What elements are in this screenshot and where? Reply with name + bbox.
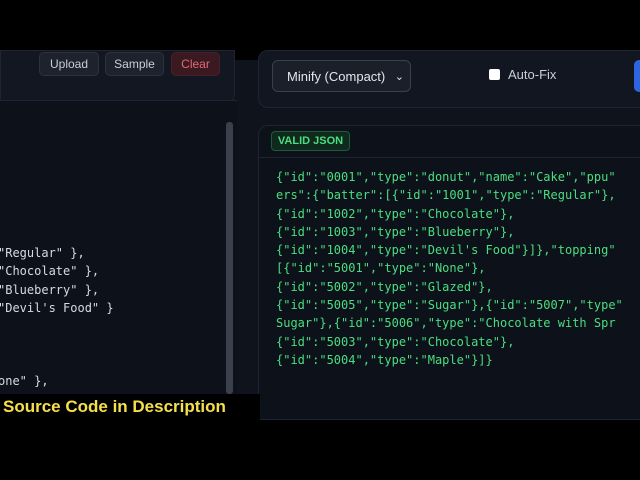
input-code: "Regular" }, "Chocolate" }, "Blueberry" },… [0,244,114,390]
clear-button[interactable]: Clear [171,52,220,76]
code-line: {"id":"5003","type":"Chocolate"}, [276,334,515,349]
output-divider [258,157,640,158]
code-line: {"id":"5005","type":"Sugar"},{"id":"5007… [276,298,623,313]
autofix-checkbox[interactable] [489,69,500,80]
output-code: {"id":"0001","type":"donut","name":"Cake… [276,168,640,369]
code-line: [{"id":"5001","type":"None"}, [276,261,486,276]
code-line: "Blueberry" }, [0,282,100,297]
format-mode-select[interactable]: Minify (Compact) ⌄ [272,60,411,92]
code-line: {"id":"0001","type":"donut","name":"Cake… [276,170,616,184]
upload-button[interactable]: Upload [39,52,99,76]
code-line: {"id":"1003","type":"Blueberry"}, [276,224,515,239]
code-line: {"id":"5004","type":"Maple"}]} [276,352,493,367]
code-line: "Devil's Food" } [0,300,114,315]
editor-scrollbar[interactable] [226,122,233,394]
caption-overlay: Source Code in Description [0,394,260,420]
code-line: one" }, [0,374,49,389]
code-line: "Regular" }, [0,246,85,260]
code-line: Sugar"},{"id":"5006","type":"Chocolate w… [276,316,616,331]
code-line: {"id":"1004","type":"Devil's Food"}]},"t… [276,243,616,258]
sample-button[interactable]: Sample [105,52,164,76]
code-line: "Chocolate" }, [0,264,100,279]
code-line: ers":{"batter":[{"id":"1001","type":"Reg… [276,188,616,203]
code-line: {"id":"5002","type":"Glazed"}, [276,279,493,294]
valid-json-badge: VALID JSON [271,131,350,151]
format-mode-value: Minify (Compact) [287,68,386,84]
code-line: {"id":"1002","type":"Chocolate"}, [276,206,515,221]
chevron-down-icon: ⌄ [394,70,404,83]
autofix-label: Auto-Fix [508,67,557,82]
format-button[interactable] [634,60,640,92]
